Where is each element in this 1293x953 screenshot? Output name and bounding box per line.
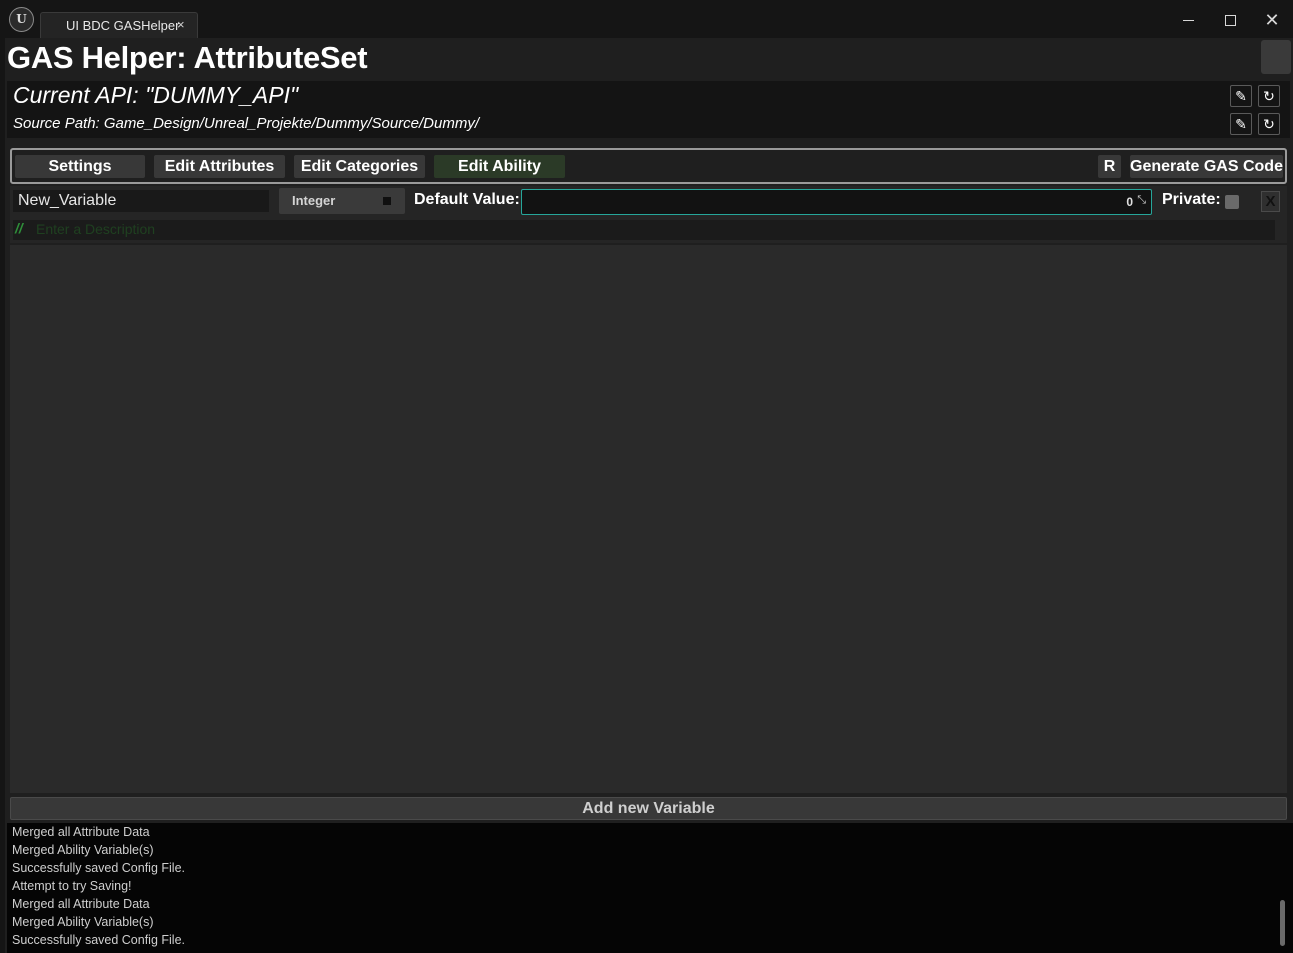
log-line: Attempt to try Saving! xyxy=(12,879,132,893)
variable-row: New_Variable Integer Default Value: 0 ⤡ … xyxy=(10,186,1287,243)
log-line: Merged Ability Variable(s) xyxy=(12,915,154,929)
maximize-button[interactable] xyxy=(1213,6,1247,34)
comment-prefix: // xyxy=(15,220,23,236)
private-checkbox[interactable] xyxy=(1225,195,1239,209)
log-line: Successfully saved Config File. xyxy=(12,933,185,947)
unreal-logo-icon: U xyxy=(9,7,34,32)
add-new-variable-button[interactable]: Add new Variable xyxy=(10,797,1287,820)
scrollbar-thumb[interactable] xyxy=(1261,40,1291,74)
generate-gas-code-button[interactable]: Generate GAS Code xyxy=(1130,155,1283,178)
refresh-path-icon[interactable]: ↻ xyxy=(1258,113,1280,135)
edit-api-pencil-icon[interactable]: ✎ xyxy=(1230,85,1252,107)
page-title: GAS Helper: AttributeSet xyxy=(7,40,368,75)
source-path-text: Source Path: Game_Design/Unreal_Projekte… xyxy=(13,115,480,132)
log-line: Merged Ability Variable(s) xyxy=(12,843,154,857)
main-panel: GAS Helper: AttributeSet Current API: "D… xyxy=(5,38,1293,953)
variable-type-dropdown[interactable]: Integer xyxy=(279,188,405,214)
tab-close-icon[interactable]: × xyxy=(177,17,185,32)
toolbar: Settings Edit Attributes Edit Categories… xyxy=(10,148,1287,184)
log-line: Successfully saved Config File. xyxy=(12,861,185,875)
output-log: Merged all Attribute Data Merged Ability… xyxy=(7,823,1293,953)
current-api-text: Current API: "DUMMY_API" xyxy=(13,82,299,108)
log-line: Merged all Attribute Data xyxy=(12,897,150,911)
description-field[interactable]: // Enter a Description xyxy=(13,220,1275,240)
log-scrollbar-thumb[interactable] xyxy=(1280,900,1285,946)
tab-title: UI BDC GASHelper xyxy=(66,18,180,33)
settings-button[interactable]: Settings xyxy=(15,155,145,178)
edit-categories-button[interactable]: Edit Categories xyxy=(294,155,425,178)
default-value-input[interactable]: 0 ⤡ xyxy=(521,189,1152,215)
api-info-box: Current API: "DUMMY_API" Source Path: Ga… xyxy=(7,81,1290,138)
minimize-icon xyxy=(1182,19,1194,21)
variable-name-input[interactable]: New_Variable xyxy=(13,190,269,212)
dropdown-square-icon xyxy=(383,197,391,205)
spin-arrows-icon[interactable]: ⤡ xyxy=(1137,194,1146,207)
reset-button[interactable]: R xyxy=(1098,155,1121,178)
delete-variable-button[interactable]: X xyxy=(1261,191,1280,212)
close-window-button[interactable]: ✕ xyxy=(1255,6,1289,34)
private-label: Private: xyxy=(1162,191,1221,208)
edit-attributes-button[interactable]: Edit Attributes xyxy=(154,155,285,178)
refresh-api-icon[interactable]: ↻ xyxy=(1258,85,1280,107)
editor-tab[interactable]: UI BDC GASHelper × xyxy=(40,12,198,38)
log-line: Merged all Attribute Data xyxy=(12,825,150,839)
edit-path-pencil-icon[interactable]: ✎ xyxy=(1230,113,1252,135)
maximize-icon xyxy=(1224,14,1236,26)
default-value-text: 0 xyxy=(1126,195,1133,209)
variable-type-label: Integer xyxy=(292,193,336,208)
description-placeholder: Enter a Description xyxy=(36,221,156,237)
default-value-label: Default Value: xyxy=(414,191,520,208)
variable-list-area xyxy=(10,245,1287,793)
minimize-button[interactable] xyxy=(1171,6,1205,34)
edit-ability-button[interactable]: Edit Ability xyxy=(434,155,565,178)
title-bar: U UI BDC GASHelper × ✕ xyxy=(0,0,1293,38)
